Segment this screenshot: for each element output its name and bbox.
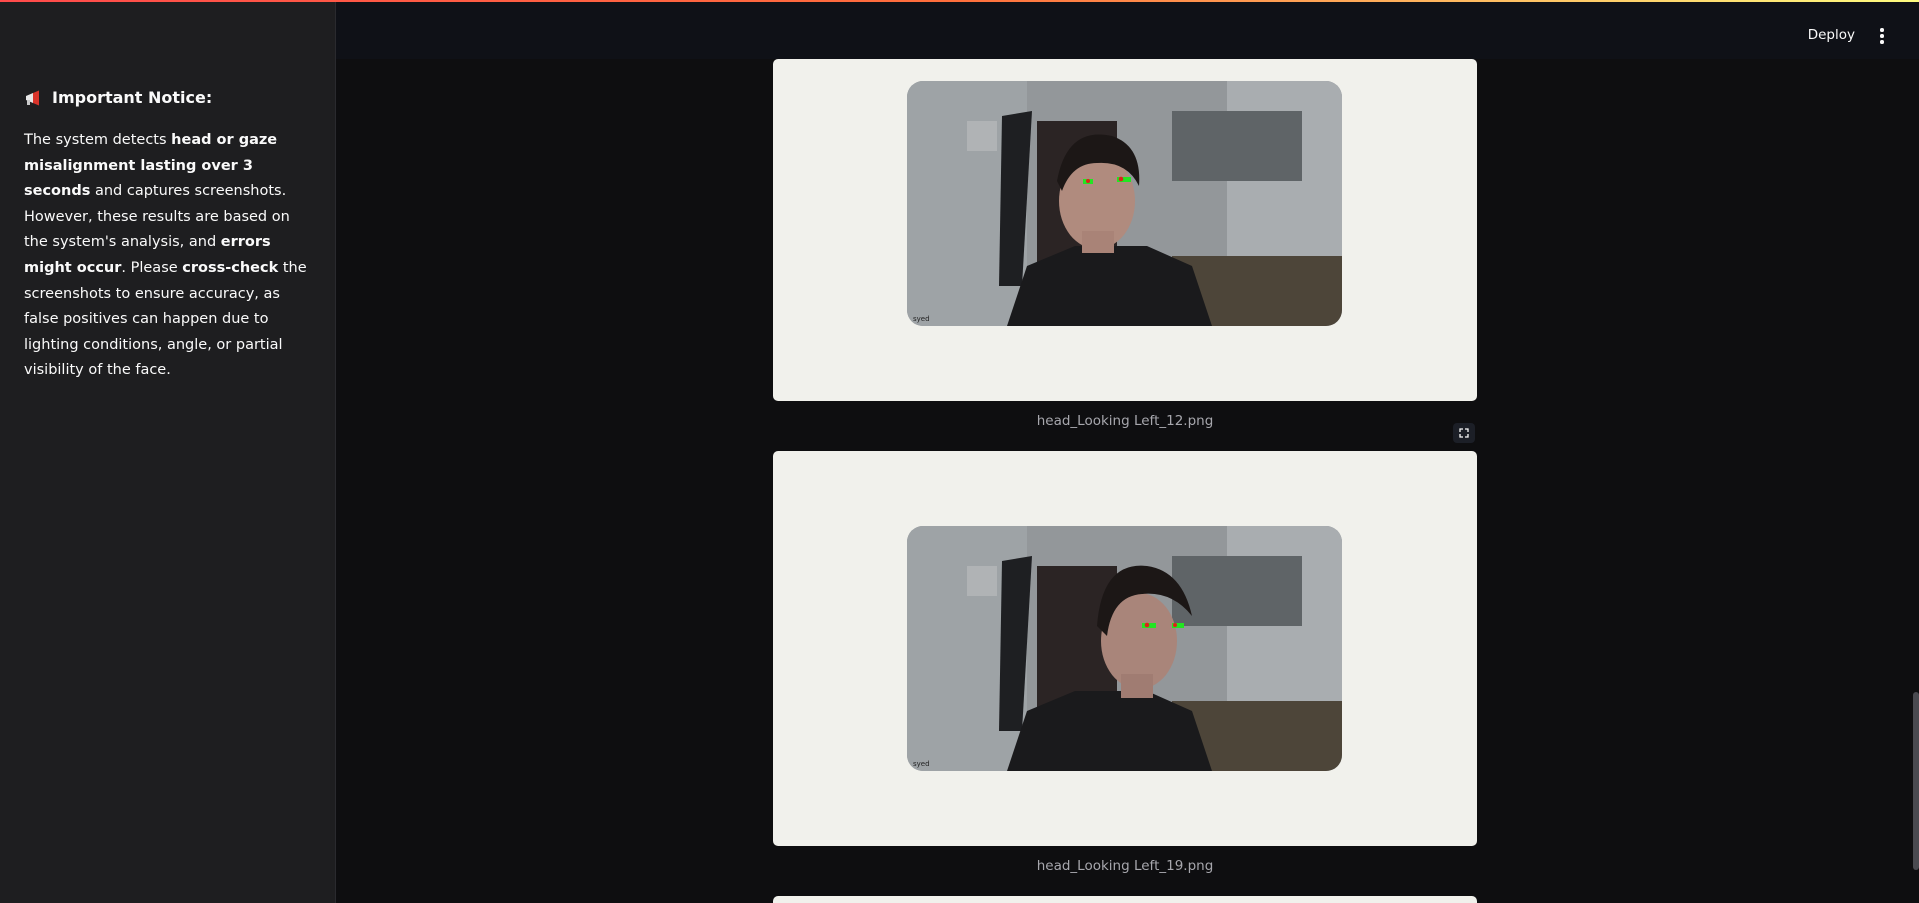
frame-label: syed — [913, 760, 930, 768]
notice-body: The system detects head or gaze misalign… — [24, 128, 314, 384]
fullscreen-button[interactable] — [1453, 423, 1475, 443]
webcam-screenshot[interactable]: syed — [907, 81, 1342, 326]
kebab-menu-icon[interactable] — [1879, 28, 1885, 44]
app-header: Deploy — [336, 2, 1919, 59]
image-caption: head_Looking Left_19.png — [1036, 858, 1214, 874]
notice-text: the screenshots to ensure accuracy, as f… — [24, 259, 307, 379]
notice-text: The system detects — [24, 132, 172, 148]
top-accent-bar — [0, 0, 1919, 2]
deploy-button[interactable]: Deploy — [1808, 27, 1855, 43]
notice-text-bold: cross-check — [182, 259, 279, 276]
image-card — [773, 896, 1477, 903]
expand-icon — [1459, 428, 1469, 438]
notice-text: . Please — [121, 259, 183, 276]
image-caption: head_Looking Left_12.png — [1036, 413, 1214, 429]
webcam-screenshot[interactable]: syed — [907, 526, 1342, 771]
main-content: syed head_Looking Left_12.png syed head_… — [336, 59, 1919, 903]
scrollbar-thumb[interactable] — [1913, 692, 1919, 870]
notice-title-text: Important Notice: — [52, 88, 213, 107]
image-card: syed — [773, 59, 1477, 401]
megaphone-icon — [24, 90, 42, 106]
frame-label: syed — [913, 315, 930, 323]
sidebar: Important Notice: The system detects hea… — [0, 2, 336, 903]
notice-title: Important Notice: — [24, 88, 212, 107]
image-card: syed — [773, 451, 1477, 846]
